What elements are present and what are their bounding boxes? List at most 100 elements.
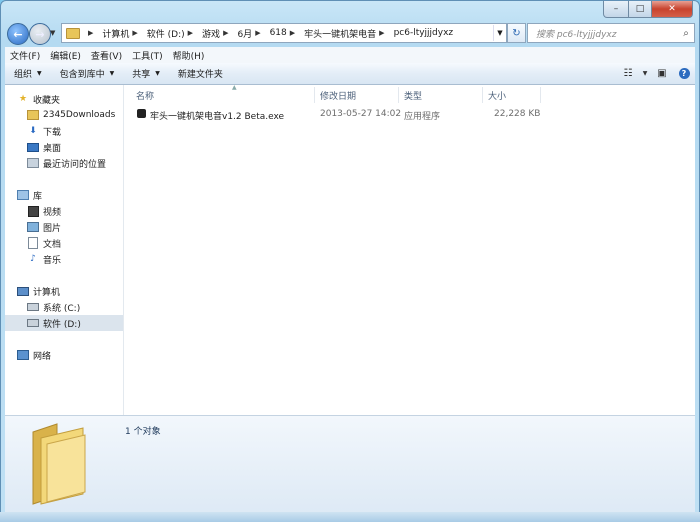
file-size: 22,228 KB (494, 109, 541, 119)
chevron-right-icon: ▶ (379, 29, 385, 37)
menu-edit[interactable]: 编辑(E) (45, 49, 86, 62)
breadcrumb-app-folder[interactable]: 牢头一键机架电音 ▶ (302, 27, 391, 40)
music-library-icon: ♪ (30, 254, 36, 264)
chevron-right-icon: ▶ (255, 29, 261, 37)
sidebar-label: 系统 (C:) (43, 303, 81, 314)
refresh-button[interactable]: ↻ (507, 23, 526, 43)
file-type: 应用程序 (404, 112, 441, 122)
sidebar-item-drive-d[interactable]: 软件 (D:) (5, 315, 123, 331)
sidebar-label: 图片 (43, 223, 62, 234)
breadcrumb-games[interactable]: 游戏 ▶ (200, 27, 235, 40)
document-library-icon (27, 237, 39, 249)
column-divider[interactable] (482, 87, 483, 103)
preview-pane-button[interactable]: ▣ (651, 63, 673, 84)
command-bar: 组织 ▼ 包含到库中 ▼ 共享 ▼ 新建文件夹 ☷ ▼ ▣ ? (5, 63, 695, 85)
sidebar-item-network[interactable]: 网络 (17, 347, 135, 363)
new-folder-label: 新建文件夹 (177, 70, 223, 80)
column-header-type[interactable]: 类型 (404, 85, 422, 105)
item-count-label: 1 个对象 (125, 427, 161, 437)
navigation-pane[interactable]: ★ 收藏夹 2345Downloads ⬇ 下载 桌面 最近访问的位置 库 视频… (5, 85, 124, 415)
file-name: 牢头一键机架电音v1.2 Beta.exe (150, 112, 285, 122)
address-bar[interactable]: ▶ 计算机 ▶ 软件 (D:) ▶ 游戏 ▶ 6月 ▶ 618 ▶ 牢头一键机架电音 ▶ p… (61, 23, 507, 43)
breadcrumb-current[interactable]: pc6-ltyjjjdyxz (392, 28, 456, 38)
file-list-pane[interactable]: 名称 ▲ 修改日期 类型 大小 牢头一键机架电音v1.2 Beta.exe 20… (124, 84, 695, 415)
change-view-button[interactable]: ☷ (617, 63, 639, 84)
chevron-right-icon: ▶ (223, 29, 229, 37)
search-box[interactable]: 搜索 pc6-ltyjjjdyxz ⌕ (527, 23, 695, 43)
help-icon: ? (678, 68, 690, 79)
content-area: ★ 收藏夹 2345Downloads ⬇ 下载 桌面 最近访问的位置 库 视频… (5, 84, 695, 415)
new-folder-button[interactable]: 新建文件夹 (169, 63, 232, 84)
include-library-label: 包含到库中 (59, 70, 105, 80)
breadcrumb-june[interactable]: 6月 ▶ (235, 27, 267, 40)
details-pane: 1 个对象 (5, 415, 695, 516)
sidebar-label: 桌面 (43, 143, 62, 154)
refresh-icon: ↻ (512, 27, 521, 39)
chevron-down-icon: ▼ (155, 70, 160, 77)
sort-ascending-icon: ▲ (232, 84, 237, 91)
search-input[interactable]: 搜索 pc6-ltyjjjdyxz (528, 27, 678, 40)
explorer-window: – □ ✕ ← → ▼ ▶ 计算机 ▶ 软件 (D:) ▶ 游戏 ▶ 6月 ▶ 618 ▶… (0, 0, 700, 522)
recent-pages-dropdown[interactable]: ▼ (50, 29, 55, 37)
network-icon (17, 350, 29, 361)
menu-tools[interactable]: 工具(T) (127, 49, 168, 62)
picture-library-icon (27, 222, 39, 233)
folder-icon (27, 110, 39, 121)
organize-label: 组织 (14, 70, 33, 80)
breadcrumb-label: 游戏 (202, 29, 221, 40)
column-divider[interactable] (398, 87, 399, 103)
desktop-icon (27, 142, 39, 153)
share-button[interactable]: 共享 ▼ (123, 63, 169, 84)
breadcrumb-label: 618 (269, 28, 287, 38)
sidebar-label: 库 (33, 191, 43, 202)
maximize-button[interactable]: □ (629, 1, 652, 18)
search-icon[interactable]: ⌕ (678, 28, 694, 39)
folder-icon (32, 423, 86, 505)
sidebar-item-favorites[interactable]: ★ 收藏夹 (17, 91, 135, 107)
menu-file[interactable]: 文件(F) (5, 49, 45, 62)
view-dropdown-button[interactable]: ▼ (639, 63, 651, 84)
chevron-right-icon: ▶ (289, 29, 296, 37)
taskbar-edge (0, 512, 700, 522)
address-dropdown-button[interactable]: ▼ (493, 25, 506, 41)
sidebar-item-libraries[interactable]: 库 (17, 187, 135, 203)
video-library-icon (27, 205, 39, 217)
forward-button[interactable]: → (29, 23, 51, 45)
column-name-label: 名称 (136, 91, 155, 102)
sidebar-label: 2345Downloads (43, 110, 116, 120)
system-drive-icon (27, 302, 39, 313)
organize-button[interactable]: 组织 ▼ (5, 63, 51, 84)
column-header-date[interactable]: 修改日期 (320, 85, 356, 105)
column-divider[interactable] (540, 87, 541, 103)
file-date: 2013-05-27 14:02 (320, 109, 402, 119)
chevron-down-icon: ▼ (642, 70, 648, 77)
caption-buttons: – □ ✕ (603, 1, 693, 18)
chevron-down-icon: ▼ (109, 70, 115, 77)
navigation-bar: ← → ▼ ▶ 计算机 ▶ 软件 (D:) ▶ 游戏 ▶ 6月 ▶ 618 ▶ 牢头一键机… (5, 22, 695, 45)
sidebar-label: 下载 (43, 127, 62, 138)
menu-view[interactable]: 查看(V) (86, 49, 127, 62)
breadcrumb-computer[interactable]: 计算机 ▶ (100, 27, 144, 40)
star-icon: ★ (18, 94, 28, 104)
computer-icon (17, 286, 29, 297)
close-button[interactable]: ✕ (652, 1, 693, 18)
column-divider[interactable] (314, 87, 315, 103)
breadcrumb-label: 软件 (D:) (146, 29, 185, 40)
breadcrumb-618[interactable]: 618 ▶ (268, 28, 303, 38)
file-row[interactable]: 牢头一键机架电音v1.2 Beta.exe 2013-05-27 14:02 应… (136, 107, 540, 123)
breadcrumb-drive-d[interactable]: 软件 (D:) ▶ (145, 27, 200, 40)
sidebar-label: 最近访问的位置 (43, 159, 107, 170)
breadcrumb-root-chevron[interactable]: ▶ (83, 29, 100, 37)
help-button[interactable]: ? (673, 63, 695, 84)
menu-help[interactable]: 帮助(H) (168, 49, 210, 62)
column-header-name[interactable]: 名称 ▲ (136, 84, 237, 105)
arrow-left-icon: ← (13, 27, 23, 41)
recent-places-icon (27, 158, 39, 169)
column-header-size[interactable]: 大小 (488, 85, 506, 105)
include-in-library-button[interactable]: 包含到库中 ▼ (51, 63, 124, 84)
minimize-button[interactable]: – (603, 1, 629, 18)
chevron-right-icon: ▶ (187, 29, 194, 37)
sidebar-item-computer[interactable]: 计算机 (17, 283, 135, 299)
back-button[interactable]: ← (7, 23, 29, 45)
breadcrumb-label: 6月 (237, 29, 253, 40)
